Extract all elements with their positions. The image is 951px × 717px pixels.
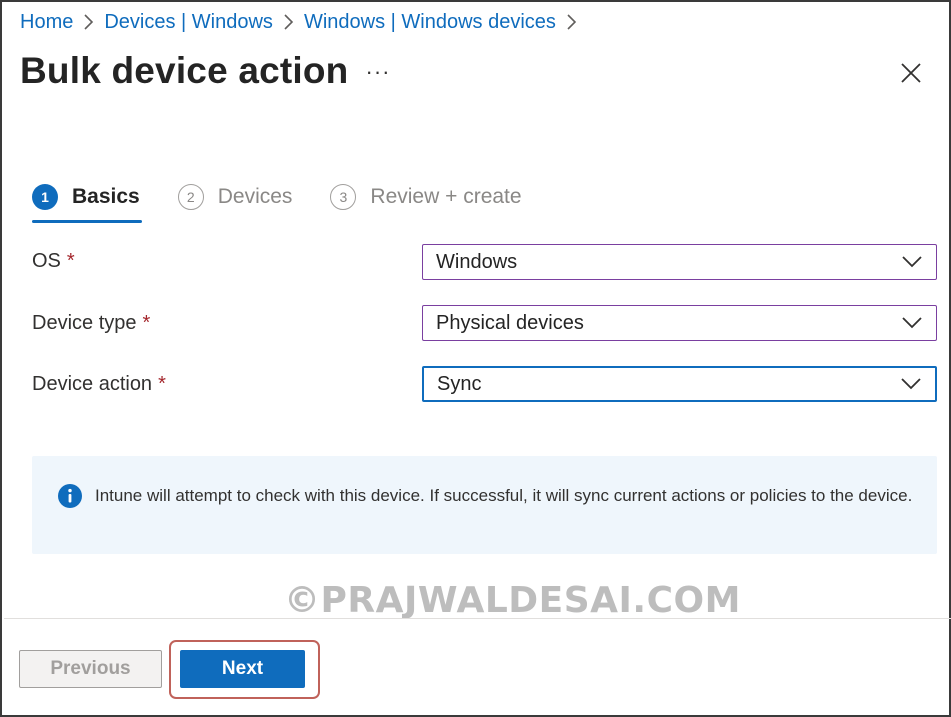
step-number-1: 1 — [32, 184, 58, 210]
close-icon[interactable] — [895, 57, 927, 89]
chevron-right-icon — [83, 14, 94, 30]
info-icon — [58, 484, 82, 508]
required-marker: * — [142, 312, 151, 334]
required-marker: * — [66, 250, 75, 272]
info-message-bar: Intune will attempt to check with this d… — [32, 456, 937, 554]
device-action-dropdown[interactable]: Sync — [422, 366, 937, 402]
device-action-dropdown-value: Sync — [437, 372, 482, 395]
chevron-right-icon — [566, 14, 577, 30]
device-action-label: Device action * — [32, 373, 166, 396]
breadcrumb-devices-windows[interactable]: Devices | Windows — [104, 11, 273, 34]
page-title: Bulk device action — [20, 50, 349, 91]
wizard-steps: 1 Basics 2 Devices 3 Review + create — [32, 178, 560, 226]
device-type-label-text: Device type — [32, 312, 137, 334]
chevron-right-icon — [283, 14, 294, 30]
breadcrumb: Home Devices | Windows Windows | Windows… — [20, 8, 587, 36]
device-type-dropdown-value: Physical devices — [436, 311, 584, 334]
os-dropdown-value: Windows — [436, 250, 518, 273]
info-message-text: Intune will attempt to check with this d… — [95, 486, 913, 505]
device-type-dropdown[interactable]: Physical devices — [422, 305, 937, 341]
step-number-2: 2 — [177, 184, 204, 210]
os-label-text: OS — [32, 250, 61, 272]
step-label-basics: Basics — [72, 185, 140, 208]
os-dropdown[interactable]: Windows — [422, 244, 937, 280]
step-label-review-create: Review + create — [370, 185, 522, 208]
watermark: ©PRAJWALDESAI.COM — [284, 580, 741, 621]
more-options-icon[interactable]: ··· — [364, 58, 392, 86]
device-type-label: Device type * — [32, 312, 150, 335]
tab-review-create[interactable]: 3 Review + create — [330, 178, 522, 216]
blade-panel: Home Devices | Windows Windows | Windows… — [0, 0, 951, 717]
step-number-3: 3 — [330, 184, 357, 210]
breadcrumb-home[interactable]: Home — [20, 11, 73, 34]
tab-devices[interactable]: 2 Devices — [177, 178, 293, 216]
next-button[interactable]: Next — [180, 650, 305, 688]
chevron-down-icon — [901, 378, 921, 390]
device-action-label-text: Device action — [32, 373, 153, 395]
step-label-devices: Devices — [217, 185, 293, 208]
chevron-down-icon — [902, 317, 922, 329]
breadcrumb-windows-devices[interactable]: Windows | Windows devices — [304, 11, 556, 34]
os-label: OS * — [32, 250, 75, 273]
tab-basics[interactable]: 1 Basics — [32, 178, 142, 223]
footer-divider — [4, 618, 951, 619]
chevron-down-icon — [902, 256, 922, 268]
previous-button[interactable]: Previous — [19, 650, 162, 688]
required-marker: * — [158, 373, 166, 395]
